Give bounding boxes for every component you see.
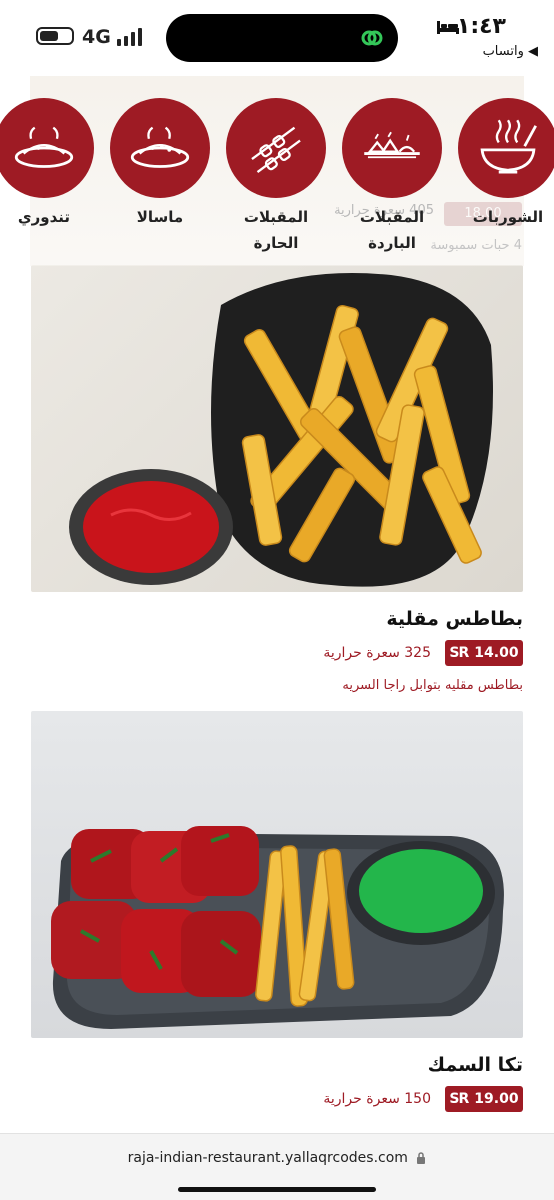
- browser-url-bar[interactable]: raja-indian-restaurant.yallaqrcodes.com: [0, 1133, 554, 1200]
- category-hot-appetizers[interactable]: المقبلات الحارة: [224, 98, 328, 256]
- link-icon: [361, 30, 383, 46]
- category-cold-appetizers[interactable]: المقبلات الباردة: [340, 98, 444, 256]
- url-text: raja-indian-restaurant.yallaqrcodes.com: [127, 1150, 408, 1166]
- price-row: SR 19.00 150 سعرة حرارية: [31, 1086, 523, 1112]
- menu-item[interactable]: تكا السمك SR 19.00 150 سعرة حرارية: [31, 711, 523, 1112]
- battery-icon: [36, 27, 74, 45]
- soup-bowl-icon: [480, 119, 537, 174]
- clock: ١:٤٣: [456, 14, 506, 39]
- menu-item[interactable]: بطاطس مقلية SR 14.00 325 سعرة حرارية بطا…: [31, 265, 523, 693]
- category-masala[interactable]: ماسالا: [108, 98, 212, 230]
- riyal-currency-icon: SR: [449, 645, 469, 661]
- item-description: بطاطس مقليه بتوابل راجا السريه: [342, 678, 523, 693]
- category-label: المقبلات الحارة: [243, 208, 309, 252]
- status-bar: 4G ١:٤٣ ◀ واتساب: [0, 0, 554, 76]
- category-label: الشوربات: [472, 208, 544, 226]
- price-value: 14.00: [474, 645, 519, 661]
- home-indicator[interactable]: [178, 1187, 376, 1192]
- masala-dish-icon: [130, 126, 190, 168]
- price-row: SR 14.00 325 سعرة حرارية: [31, 640, 523, 666]
- battery-level: [40, 31, 58, 41]
- french-fries-photo: [31, 265, 523, 592]
- skewers-icon: [251, 126, 301, 173]
- previous-item-description: 4 حبات سمبوسة: [430, 238, 522, 253]
- item-name: تكا السمك: [427, 1054, 523, 1076]
- lock-icon: [417, 1152, 426, 1164]
- fish-tikka-photo: [31, 711, 523, 1038]
- category-label: المقبلات الباردة: [359, 208, 425, 252]
- back-to-app-link[interactable]: ◀ واتساب: [483, 44, 538, 59]
- dynamic-island: [166, 14, 398, 62]
- tandoori-dish-icon: [14, 126, 74, 168]
- network-type: 4G: [82, 26, 111, 48]
- category-label: تندوري: [17, 208, 71, 226]
- price-badge: SR 14.00: [445, 640, 523, 666]
- category-label: ماسالا: [136, 208, 184, 226]
- item-name: بطاطس مقلية: [386, 608, 523, 630]
- category-soups[interactable]: الشوربات: [456, 98, 554, 230]
- calories-text: 150 سعرة حرارية: [323, 1091, 431, 1107]
- cold-appetizers-icon: [364, 131, 420, 159]
- calories-text: 325 سعرة حرارية: [323, 645, 431, 661]
- riyal-currency-icon: SR: [449, 1091, 469, 1107]
- category-strip[interactable]: 18.00 405 سعرة حرارية 4 حبات سمبوسة الشو…: [0, 76, 554, 266]
- price-badge: SR 19.00: [445, 1086, 523, 1112]
- signal-bars-icon: [117, 28, 147, 46]
- category-tandoori[interactable]: تندوري: [0, 98, 96, 230]
- price-value: 19.00: [474, 1091, 519, 1107]
